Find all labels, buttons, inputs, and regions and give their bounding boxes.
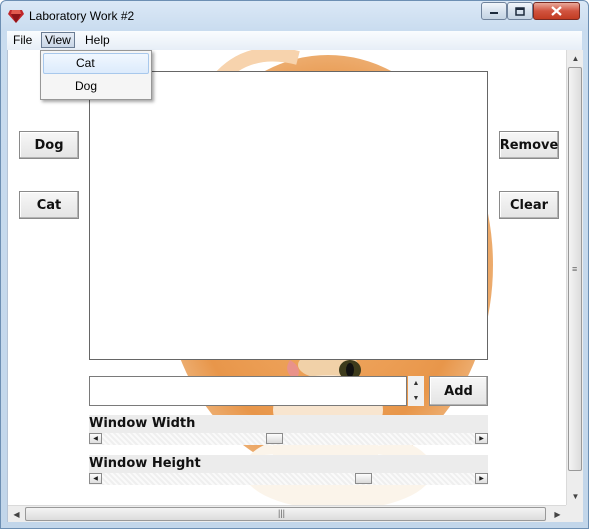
- window-title: Laboratory Work #2: [29, 9, 135, 23]
- vertical-scrollbar[interactable]: ▲ ≡ ▼: [566, 50, 583, 505]
- scroll-left-icon[interactable]: ◀: [8, 506, 25, 522]
- scroll-right-icon[interactable]: ▶: [549, 506, 566, 522]
- menu-file[interactable]: File: [10, 32, 35, 48]
- close-icon: [551, 6, 562, 16]
- menu-item-dog[interactable]: Dog: [43, 76, 149, 97]
- maximize-button[interactable]: [507, 2, 533, 20]
- minimize-button[interactable]: [481, 2, 507, 20]
- title-bar[interactable]: Laboratory Work #2: [1, 1, 588, 31]
- slider-track[interactable]: [102, 473, 475, 485]
- slider-thumb[interactable]: [266, 433, 283, 444]
- slider-thumb[interactable]: [355, 473, 372, 484]
- size-grip[interactable]: [566, 505, 583, 522]
- window-height-label: Window Height: [89, 455, 488, 473]
- grip-icon: |||: [278, 508, 286, 518]
- menu-view[interactable]: View: [41, 32, 75, 48]
- slider-right-arrow-icon[interactable]: ▶: [475, 473, 488, 484]
- view-menu-dropdown: Cat Dog: [40, 50, 152, 100]
- items-listbox[interactable]: [89, 71, 488, 360]
- slider-right-arrow-icon[interactable]: ▶: [475, 433, 488, 444]
- slider-left-arrow-icon[interactable]: ◀: [89, 433, 102, 444]
- menu-help[interactable]: Help: [82, 32, 113, 48]
- scroll-up-icon[interactable]: ▲: [567, 50, 583, 67]
- horizontal-scroll-thumb[interactable]: |||: [25, 507, 546, 521]
- minimize-icon: [490, 12, 498, 14]
- window-width-label: Window Width: [89, 415, 488, 433]
- vertical-scroll-thumb[interactable]: ≡: [568, 67, 582, 471]
- spin-down-icon[interactable]: ▼: [408, 391, 424, 406]
- clear-button[interactable]: Clear: [499, 191, 559, 219]
- spin-up-icon[interactable]: ▲: [408, 376, 424, 391]
- add-button[interactable]: Add: [429, 376, 488, 406]
- dog-button[interactable]: Dog: [19, 131, 79, 159]
- item-input[interactable]: [89, 376, 407, 406]
- app-window: Laboratory Work #2 File View Help Dog Ca…: [0, 0, 589, 529]
- window-height-slider[interactable]: ◀ ▶: [89, 473, 488, 485]
- horizontal-scrollbar[interactable]: ◀ ||| ▶: [8, 505, 566, 522]
- client-area: Dog Cat Remove Clear ▲ ▼ Add Window Widt…: [7, 50, 583, 522]
- maximize-icon: [515, 6, 525, 16]
- scroll-down-icon[interactable]: ▼: [567, 488, 583, 505]
- slider-track[interactable]: [102, 433, 475, 445]
- close-button[interactable]: [533, 2, 580, 20]
- window-width-slider[interactable]: ◀ ▶: [89, 433, 488, 445]
- grip-icon: ≡: [572, 264, 578, 274]
- cat-button[interactable]: Cat: [19, 191, 79, 219]
- app-gem-icon: [8, 10, 24, 23]
- remove-button[interactable]: Remove: [499, 131, 559, 159]
- item-spinner[interactable]: ▲ ▼: [408, 376, 424, 406]
- slider-left-arrow-icon[interactable]: ◀: [89, 473, 102, 484]
- menu-bar: File View Help: [7, 31, 582, 51]
- menu-item-cat[interactable]: Cat: [43, 53, 149, 74]
